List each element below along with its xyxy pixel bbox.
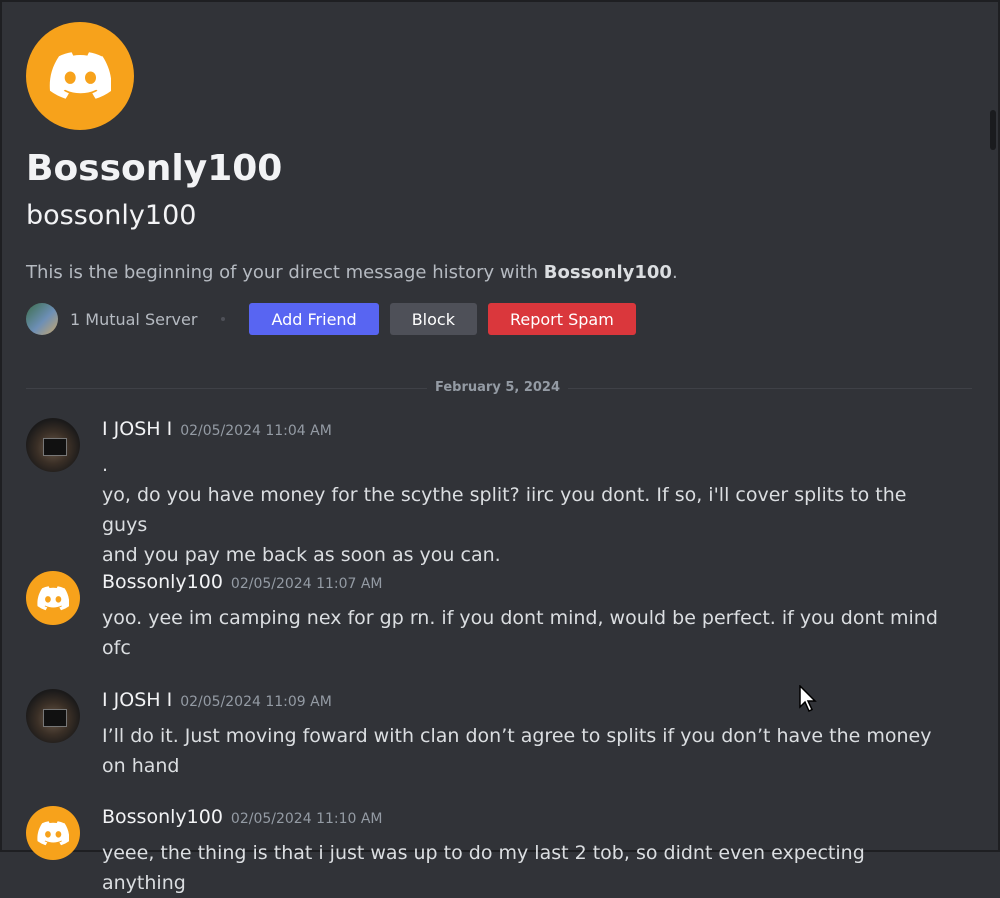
message-line: on hand: [102, 755, 180, 777]
message-header: I JOSH I 02/05/2024 11:04 AM: [102, 418, 332, 440]
scrollbar-thumb[interactable]: [990, 110, 996, 150]
intro-prefix: This is the beginning of your direct mes…: [26, 262, 544, 283]
message-line: yo, do you have money for the scythe spl…: [102, 484, 907, 536]
message-content: . yo, do you have money for the scythe s…: [102, 450, 942, 570]
message-author[interactable]: Bossonly100: [102, 806, 223, 828]
avatar[interactable]: [26, 571, 80, 625]
separator-dot: [221, 317, 226, 321]
avatar[interactable]: [26, 689, 80, 743]
message-header: Bossonly100 02/05/2024 11:07 AM: [102, 571, 383, 593]
discord-logo-icon: [37, 585, 69, 610]
message-line: I’ll do it. Just moving foward with clan…: [102, 725, 932, 747]
message-line: and you pay me back as soon as you can.: [102, 544, 501, 566]
message-timestamp: 02/05/2024 11:07 AM: [230, 576, 383, 592]
avatar[interactable]: [26, 418, 80, 472]
dm-intro-text: This is the beginning of your direct mes…: [26, 260, 972, 286]
message-content: I’ll do it. Just moving foward with clan…: [102, 721, 942, 781]
message-line: yeee, the thing is that i just was up to…: [102, 842, 865, 894]
message-timestamp: 02/05/2024 11:10 AM: [230, 811, 383, 827]
message-line: yoo. yee im camping nex for gp rn. if yo…: [102, 607, 938, 629]
block-button[interactable]: Block: [389, 303, 477, 335]
message-author[interactable]: I JOSH I: [102, 418, 172, 440]
message-header: Bossonly100 02/05/2024 11:10 AM: [102, 806, 383, 828]
message-timestamp: 02/05/2024 11:04 AM: [180, 423, 332, 439]
profile-username: bossonly100: [26, 200, 197, 231]
date-divider-label: February 5, 2024: [427, 379, 569, 397]
intro-name: Bossonly100: [543, 262, 672, 283]
intro-suffix: .: [671, 262, 678, 283]
message-content: yoo. yee im camping nex for gp rn. if yo…: [102, 603, 942, 663]
discord-logo-icon: [49, 52, 111, 99]
message-author[interactable]: Bossonly100: [102, 571, 223, 593]
mutual-server-icon[interactable]: [26, 303, 58, 335]
dm-header: Bossonly100 bossonly100 This is the begi…: [26, 22, 972, 336]
mouse-pointer-icon: [799, 685, 817, 713]
message-line: .: [102, 454, 109, 476]
profile-display-name: Bossonly100: [26, 148, 283, 189]
report-spam-button[interactable]: Report Spam: [487, 303, 636, 335]
message-timestamp: 02/05/2024 11:09 AM: [180, 694, 332, 710]
mutual-servers-link[interactable]: 1 Mutual Server: [70, 310, 197, 329]
message-author[interactable]: I JOSH I: [102, 689, 172, 711]
profile-actions: 1 Mutual Server Add Friend Block Report …: [26, 302, 972, 336]
add-friend-button[interactable]: Add Friend: [249, 303, 379, 335]
discord-logo-icon: [37, 820, 69, 845]
message-line: ofc: [102, 637, 131, 659]
message-header: I JOSH I 02/05/2024 11:09 AM: [102, 689, 332, 711]
profile-avatar[interactable]: [26, 22, 134, 130]
message-content: yeee, the thing is that i just was up to…: [102, 838, 942, 898]
